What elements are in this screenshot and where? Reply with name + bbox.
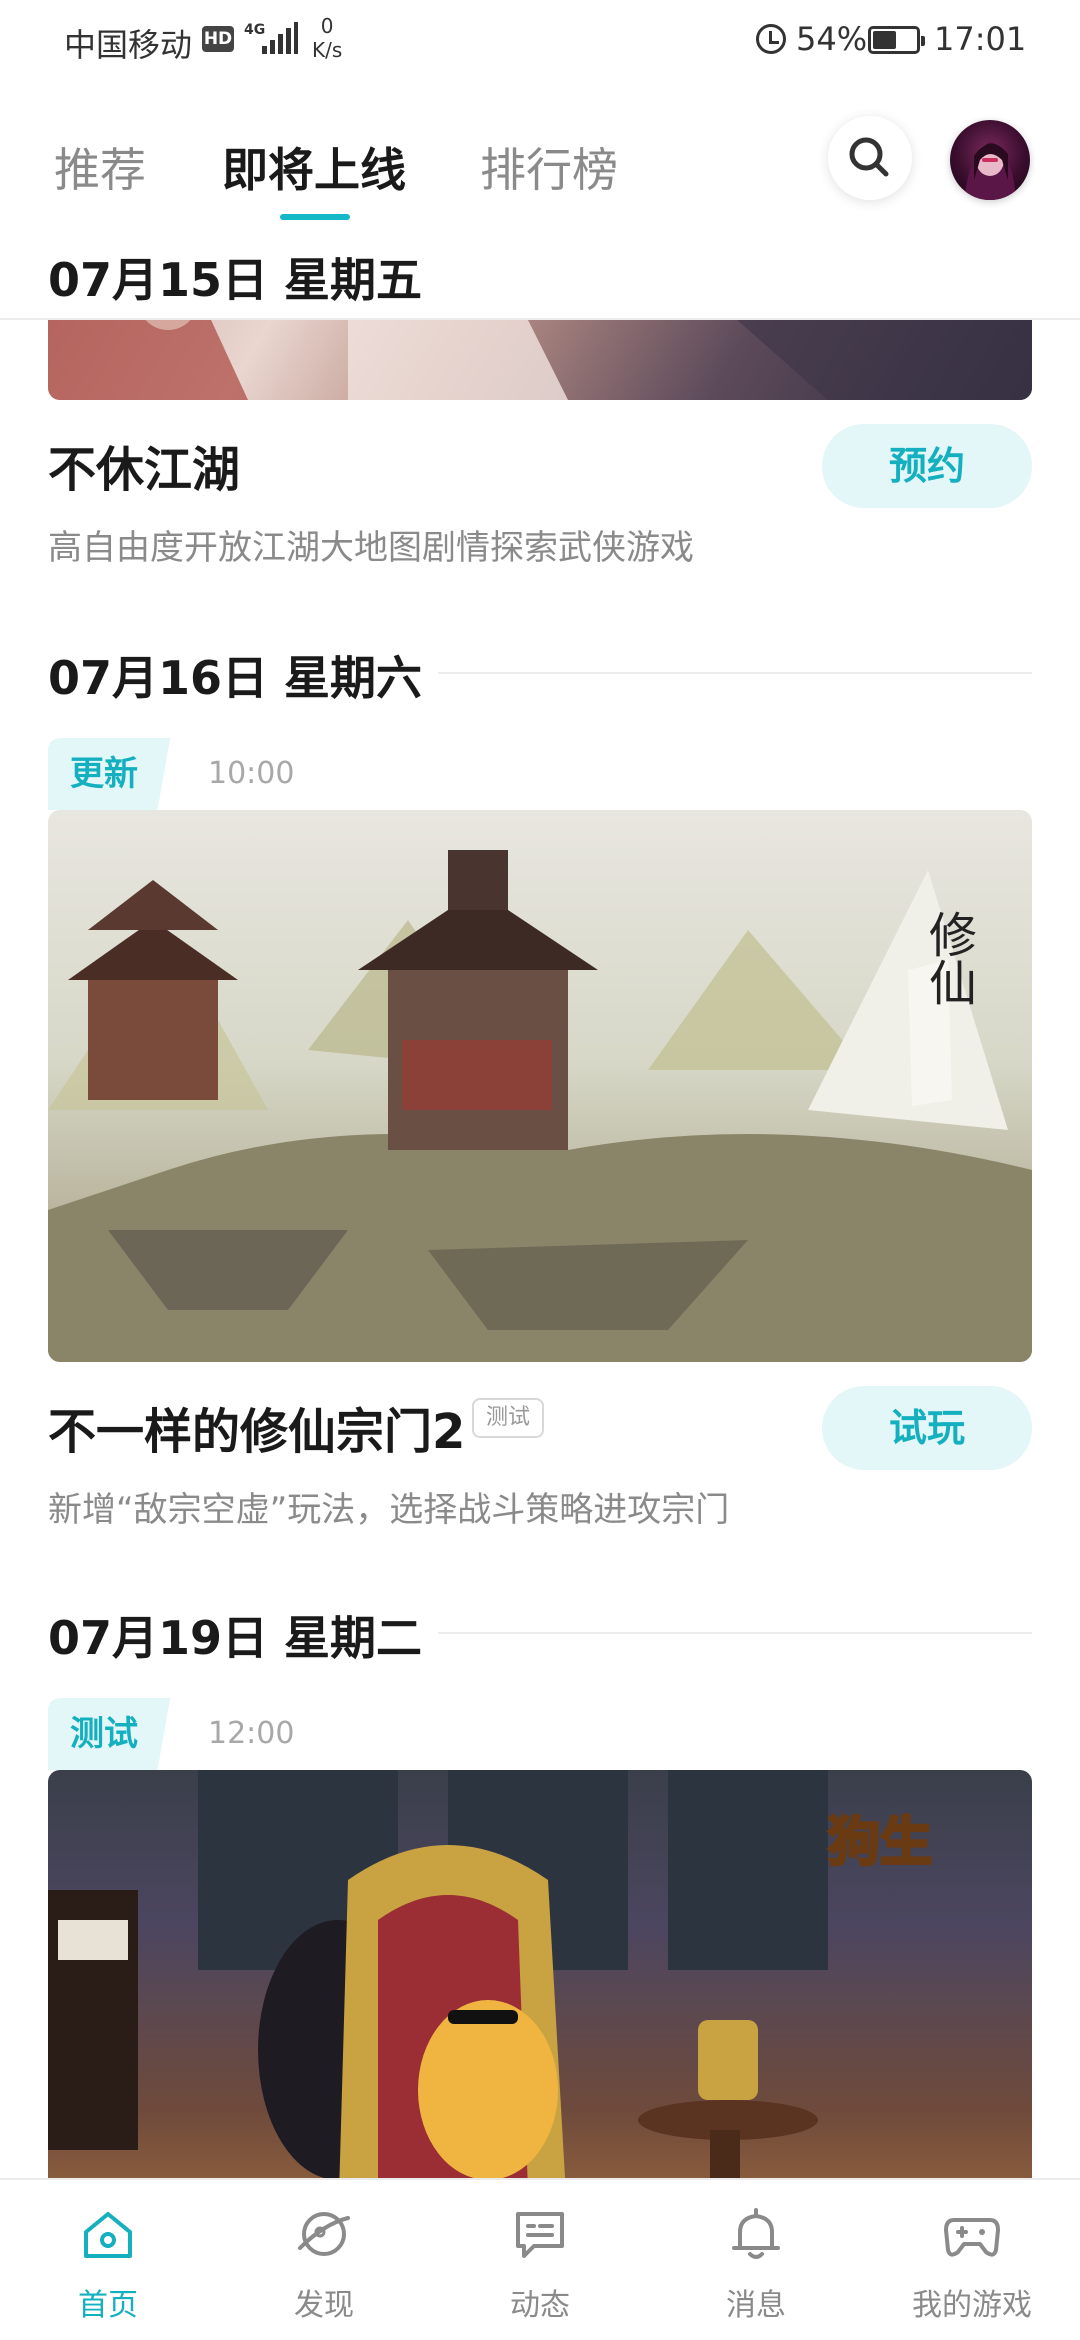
hd-badge: HD [202,26,234,52]
bell-icon [732,2208,780,2259]
release-time: 12:00 [208,1716,295,1751]
status-bar: 中国移动 HD 4G 0 K/s 54% 17:01 [0,0,1080,84]
try-play-button[interactable]: 试玩 [822,1386,1032,1470]
test-badge: 测试 [472,1398,545,1438]
bottom-nav: 首页 发现 动态 消息 我的游戏 [0,2178,1080,2340]
battery-percent: 54% [796,20,868,58]
date-header: 07月16日 星期六 [48,642,1032,705]
nav-label: 动态 [510,2288,570,2323]
date-divider [438,1632,1032,1634]
nav-label: 首页 [78,2288,138,2323]
carrier-name: 中国移动 [64,26,193,64]
date-text: 07月16日 星期六 [48,651,423,705]
tab-ranking[interactable]: 排行榜 [480,134,618,200]
active-tab-indicator [280,214,350,220]
signal-icon [262,22,298,54]
date-divider [438,672,1032,674]
feed-icon [516,2212,564,2258]
tab-upcoming[interactable]: 即将上线 [222,134,406,200]
banner-art: 修仙 [48,850,1032,1362]
nav-label: 发现 [294,2288,354,2323]
tab-recommend[interactable]: 推荐 [54,134,146,200]
svg-text:修仙: 修仙 [920,910,977,1006]
search-button[interactable] [828,116,912,200]
gamepad-icon [944,2218,1000,2257]
network-speed: 0 K/s [312,14,342,62]
user-avatar[interactable] [950,120,1030,200]
release-type-tag: 更新 [48,738,192,810]
battery-icon [868,26,925,54]
release-time: 10:00 [208,756,295,791]
avatar-image [964,142,1016,200]
date-text: 07月19日 星期二 [48,1611,423,1665]
top-tab-bar: 推荐 即将上线 排行榜 [0,110,1080,220]
svg-text:狗生: 狗生 [828,1813,932,1873]
search-icon [849,137,889,177]
nav-messages[interactable]: 消息 [648,2180,864,2340]
game-title[interactable]: 不一样的修仙宗门2 [48,1392,465,1462]
nav-feed[interactable]: 动态 [432,2180,648,2340]
nav-label: 消息 [726,2288,786,2323]
reserve-button[interactable]: 预约 [822,424,1032,508]
nav-my-games[interactable]: 我的游戏 [864,2180,1080,2340]
sticky-date-text: 07月15日 星期五 [48,253,423,307]
game-banner-xiuxianzongmen[interactable]: 修仙 [48,810,1032,1362]
nav-label: 我的游戏 [912,2288,1032,2323]
release-type-tag: 测试 [48,1698,192,1770]
nav-home[interactable]: 首页 [0,2180,216,2340]
game-description: 高自由度开放江湖大地图剧情探索武侠游戏 [48,528,694,568]
nav-discover[interactable]: 发现 [216,2180,432,2340]
date-header: 07月19日 星期二 [48,1602,1032,1665]
game-title[interactable]: 不休江湖 [48,430,240,500]
sticky-date-header: 07月15日 星期五 [0,230,1080,320]
speed-value: 0 [320,14,334,38]
alarm-icon [756,24,786,54]
speed-unit: K/s [312,38,343,62]
game-description: 新增“敌宗空虚”玩法，选择战斗策略进攻宗门 [48,1490,730,1530]
battery-fill [873,31,896,49]
discover-icon [298,2212,350,2256]
home-icon [84,2212,132,2258]
clock: 17:01 [934,20,1027,58]
